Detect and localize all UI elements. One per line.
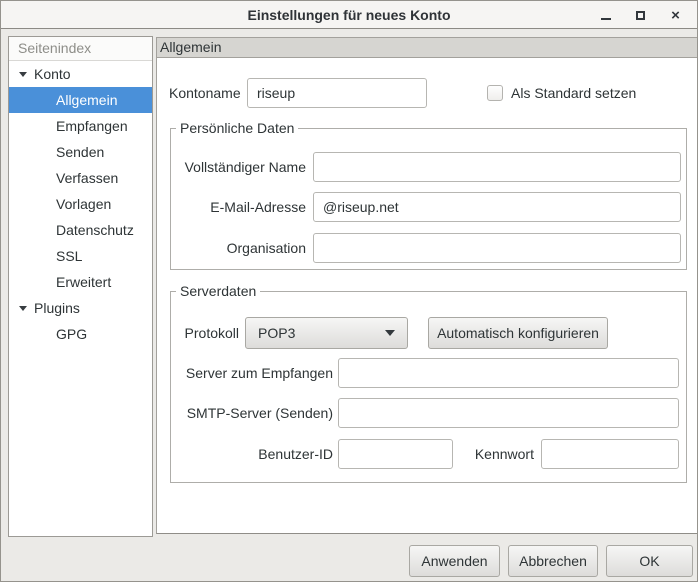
- email-label: E-Mail-Adresse: [171, 192, 306, 222]
- server-data-title: Serverdaten: [176, 283, 260, 300]
- server-data-group: Serverdaten Protokoll POP3 Automatisch k…: [170, 291, 687, 483]
- email-input[interactable]: [313, 192, 681, 222]
- expander-down-icon[interactable]: [19, 306, 27, 311]
- sidebar-item-gpg[interactable]: GPG: [9, 321, 152, 347]
- personal-data-title: Persönliche Daten: [176, 120, 298, 137]
- page-index-header: Seitenindex: [9, 37, 152, 61]
- sidebar-item-empfangen[interactable]: Empfangen: [9, 113, 152, 139]
- organisation-input[interactable]: [313, 233, 681, 263]
- window-controls: ×: [588, 1, 693, 29]
- kontoname-input[interactable]: [247, 78, 427, 108]
- auto-configure-button[interactable]: Automatisch konfigurieren: [428, 317, 608, 349]
- ok-button[interactable]: OK: [606, 545, 693, 577]
- sidebar-item-senden[interactable]: Senden: [9, 139, 152, 165]
- maximize-button[interactable]: [623, 1, 658, 29]
- minimize-button[interactable]: [588, 1, 623, 29]
- sidebar-item-erweitert[interactable]: Erweitert: [9, 269, 152, 295]
- fullname-input[interactable]: [313, 152, 681, 182]
- receive-server-input[interactable]: [338, 358, 679, 388]
- apply-button[interactable]: Anwenden: [409, 545, 500, 577]
- user-id-input[interactable]: [338, 439, 453, 469]
- section-header: Allgemein: [157, 37, 697, 58]
- close-icon: ×: [671, 8, 680, 23]
- sidebar-item-plugins[interactable]: Plugins: [9, 295, 152, 321]
- password-input[interactable]: [541, 439, 679, 469]
- protocol-dropdown[interactable]: POP3: [245, 317, 408, 349]
- sidebar-item-datenschutz[interactable]: Datenschutz: [9, 217, 152, 243]
- receive-server-label: Server zum Empfangen: [171, 358, 333, 388]
- default-checkbox[interactable]: [487, 85, 503, 101]
- protocol-dropdown-value: POP3: [258, 325, 295, 341]
- fullname-label: Vollständiger Name: [171, 152, 306, 182]
- sidebar-item-allgemein[interactable]: Allgemein: [9, 87, 152, 113]
- account-settings-dialog: Einstellungen für neues Konto × Seitenin…: [0, 0, 698, 582]
- personal-data-group: Persönliche Daten Vollständiger Name E-M…: [170, 128, 687, 270]
- minimize-icon: [601, 18, 611, 20]
- dialog-button-bar: Anwenden Abbrechen OK: [1, 534, 697, 581]
- page-index-tree: Konto Allgemein Empfangen Senden Verfass…: [9, 61, 152, 347]
- protocol-label: Protokoll: [176, 317, 239, 349]
- sidebar-item-verfassen[interactable]: Verfassen: [9, 165, 152, 191]
- smtp-server-label: SMTP-Server (Senden): [171, 398, 333, 428]
- organisation-label: Organisation: [171, 233, 306, 263]
- titlebar[interactable]: Einstellungen für neues Konto ×: [1, 1, 697, 29]
- smtp-server-input[interactable]: [338, 398, 679, 428]
- sidebar-item-konto[interactable]: Konto: [9, 61, 152, 87]
- default-checkbox-label: Als Standard setzen: [511, 85, 636, 101]
- password-label: Kennwort: [456, 439, 534, 469]
- user-id-label: Benutzer-ID: [171, 439, 333, 469]
- set-default-option[interactable]: Als Standard setzen: [487, 78, 636, 108]
- sidebar-item-ssl[interactable]: SSL: [9, 243, 152, 269]
- cancel-button[interactable]: Abbrechen: [508, 545, 598, 577]
- sidebar-item-vorlagen[interactable]: Vorlagen: [9, 191, 152, 217]
- main-panel: Allgemein Kontoname Als Standard setzen …: [156, 37, 697, 534]
- kontoname-label: Kontoname: [169, 78, 241, 108]
- maximize-icon: [636, 11, 645, 20]
- close-button[interactable]: ×: [658, 1, 693, 29]
- page-index-panel: Seitenindex Konto Allgemein Empfangen Se…: [8, 36, 153, 537]
- chevron-down-icon: [385, 330, 395, 336]
- expander-down-icon[interactable]: [19, 72, 27, 77]
